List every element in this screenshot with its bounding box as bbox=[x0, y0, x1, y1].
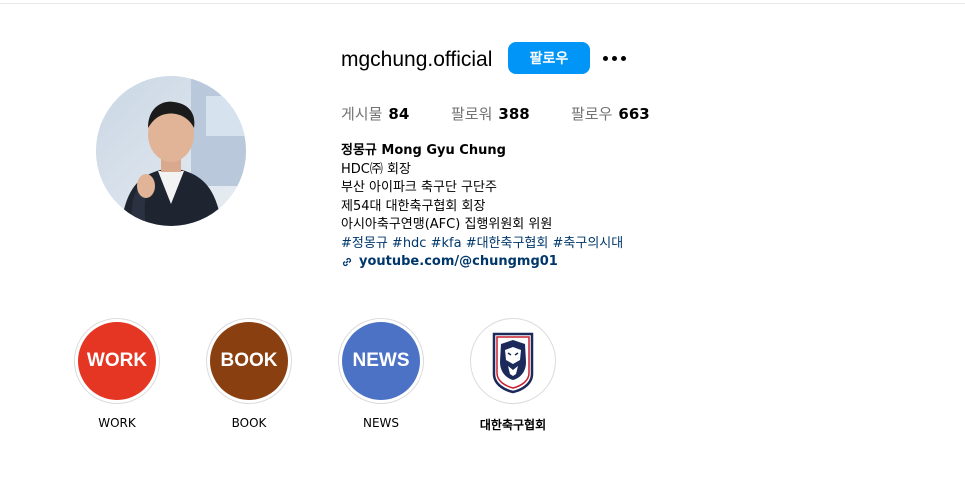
hashtag-link[interactable]: #대한축구협회 bbox=[466, 236, 549, 251]
highlight-cover: WORK bbox=[78, 322, 156, 400]
kfa-tiger-emblem-icon bbox=[474, 322, 552, 400]
profile-bio: 정몽규 Mong Gyu Chung HDC㈜ 회장 부산 아이파크 축구단 구… bbox=[341, 142, 741, 272]
bio-line: HDC㈜ 회장 bbox=[341, 161, 411, 177]
highlight-ring: WORK bbox=[74, 318, 160, 404]
followers-stat[interactable]: 팔로워 388 bbox=[451, 103, 530, 124]
link-icon bbox=[342, 258, 352, 267]
followers-count: 388 bbox=[498, 105, 530, 123]
highlight-cover: BOOK bbox=[210, 322, 288, 400]
highlight-kfa[interactable]: 대한축구협회 bbox=[470, 318, 556, 433]
highlight-label: BOOK bbox=[231, 416, 267, 430]
highlight-book[interactable]: BOOK BOOK bbox=[206, 318, 292, 430]
bio-hashtags: #정몽규 #hdc #kfa #대한축구협회 #축구의시대 bbox=[341, 235, 741, 254]
bio-line: 제54대 대한축구협회 회장 bbox=[341, 198, 486, 214]
hashtag-link[interactable]: #정몽규 bbox=[341, 236, 388, 251]
following-label: 팔로우 bbox=[571, 105, 613, 123]
followers-label: 팔로워 bbox=[451, 105, 493, 123]
hashtag-link[interactable]: #kfa bbox=[431, 236, 462, 251]
hashtag-link[interactable]: #hdc bbox=[392, 236, 427, 251]
external-link[interactable]: youtube.com/@chungmg01 bbox=[341, 253, 741, 272]
highlight-news[interactable]: NEWS NEWS bbox=[338, 318, 424, 430]
highlight-label: 대한축구협회 bbox=[479, 418, 547, 432]
highlight-label: WORK bbox=[98, 416, 136, 430]
highlight-ring: BOOK bbox=[206, 318, 292, 404]
profile-username: mgchung.official bbox=[341, 48, 493, 71]
highlight-cover bbox=[474, 322, 552, 400]
posts-count: 84 bbox=[388, 105, 410, 123]
profile-avatar[interactable] bbox=[96, 76, 246, 226]
more-options-icon[interactable] bbox=[600, 46, 628, 70]
highlight-work[interactable]: WORK WORK bbox=[74, 318, 160, 430]
highlight-ring: NEWS bbox=[338, 318, 424, 404]
posts-label: 게시물 bbox=[341, 105, 383, 123]
external-link-text: youtube.com/@chungmg01 bbox=[359, 254, 558, 269]
following-count: 663 bbox=[618, 105, 650, 123]
hashtag-link[interactable]: #축구의시대 bbox=[553, 236, 624, 251]
highlight-cover: NEWS bbox=[342, 322, 420, 400]
avatar-photo bbox=[96, 76, 246, 226]
following-stat[interactable]: 팔로우 663 bbox=[571, 103, 650, 124]
posts-stat: 게시물 84 bbox=[341, 103, 409, 124]
bio-line: 아시아축구연맹(AFC) 집행위원회 위원 bbox=[341, 217, 553, 232]
top-divider bbox=[0, 3, 965, 4]
follow-button[interactable]: 팔로우 bbox=[508, 42, 590, 74]
bio-name: 정몽규 Mong Gyu Chung bbox=[341, 143, 506, 158]
highlight-label: NEWS bbox=[362, 416, 400, 430]
highlight-ring bbox=[470, 318, 556, 404]
bio-line: 부산 아이파크 축구단 구단주 bbox=[341, 180, 497, 195]
